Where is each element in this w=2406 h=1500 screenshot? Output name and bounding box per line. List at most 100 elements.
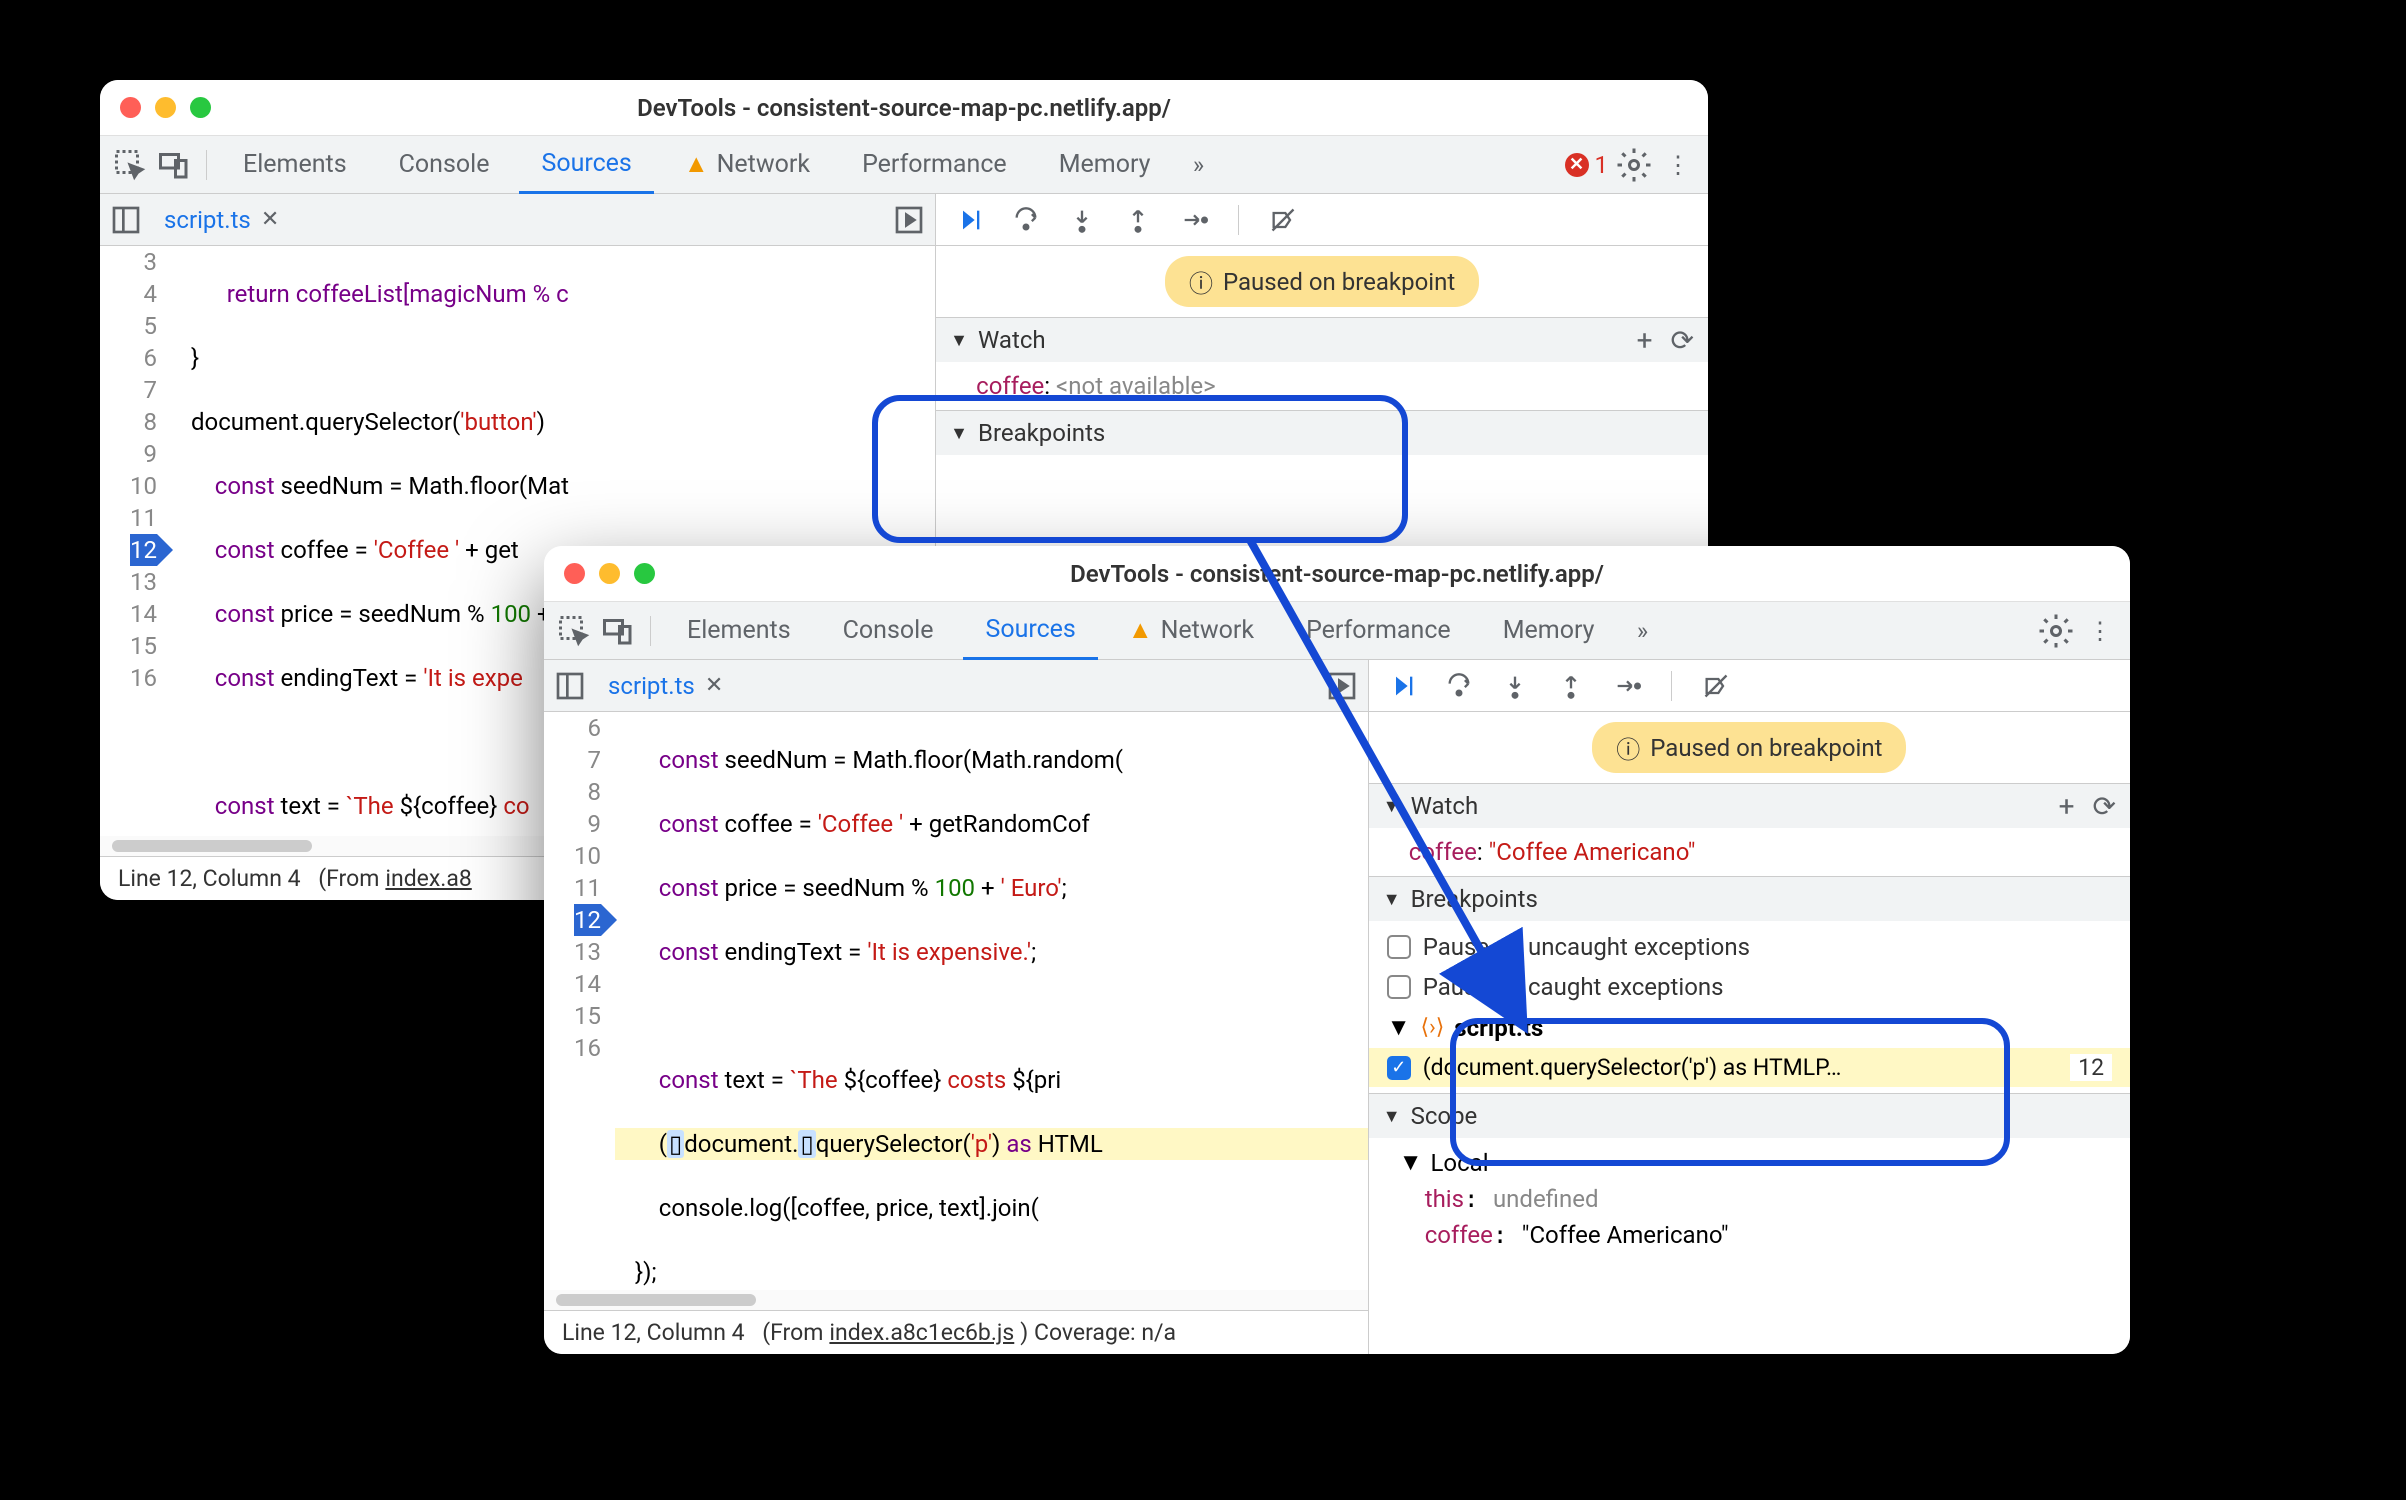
traffic-lights [120,97,211,118]
close-tab-icon[interactable]: ✕ [705,673,723,698]
tab-console[interactable]: Console [377,136,512,194]
watch-section: ▼Watch+⟳ coffee: <not available> [936,317,1708,410]
scope-section: ▼Scope ▼Local this: undefined coffee: "C… [1369,1093,2130,1259]
settings-icon[interactable] [1616,147,1652,183]
watch-header[interactable]: ▼Watch+⟳ [936,318,1708,362]
watch-item[interactable]: coffee: <not available> [936,368,1708,404]
code-editor[interactable]: 678910111213141516 const seedNum = Math.… [544,712,1368,1290]
traffic-lights [564,563,655,584]
breakpoint-marker: 12 [130,534,157,566]
checkbox-icon[interactable] [1387,975,1411,999]
watch-header[interactable]: ▼Watch+⟳ [1369,784,2130,828]
gutter[interactable]: 678910111213141516 [544,712,615,1290]
tab-performance[interactable]: Performance [840,136,1029,194]
file-tab-script[interactable]: script.ts✕ [152,194,291,246]
inspect-icon[interactable] [556,613,592,649]
source-panel: script.ts✕ 678910111213141516 const seed… [544,660,1369,1354]
breakpoints-header[interactable]: ▼Breakpoints [936,411,1708,455]
window-title: DevTools - consistent-source-map-pc.netl… [120,94,1688,122]
chevron-down-icon: ▼ [1383,796,1401,817]
step-icon[interactable] [1176,202,1212,238]
add-watch-icon[interactable]: + [1637,324,1653,357]
warning-icon: ▲ [684,150,709,179]
tab-memory[interactable]: Memory [1037,136,1173,194]
close-icon[interactable] [120,97,141,118]
deactivate-bp-icon[interactable] [1698,668,1734,704]
more-tabs-icon[interactable]: » [1180,147,1216,183]
step-into-icon[interactable] [1497,668,1533,704]
chevron-down-icon: ▼ [1383,889,1401,910]
checkbox-icon[interactable] [1387,935,1411,959]
tab-network[interactable]: ▲Network [662,136,832,194]
tab-memory[interactable]: Memory [1481,602,1617,660]
tab-elements[interactable]: Elements [221,136,369,194]
close-icon[interactable] [564,563,585,584]
more-tabs-icon[interactable]: » [1624,613,1660,649]
checkbox-checked-icon[interactable]: ✓ [1387,1056,1411,1080]
device-icon[interactable] [156,147,192,183]
pause-caught-checkbox[interactable]: Pause on caught exceptions [1369,967,2130,1007]
pause-uncaught-checkbox[interactable]: Pause on uncaught exceptions [1369,927,2130,967]
navigator-icon[interactable] [110,204,142,236]
gutter[interactable]: 345678910111213141516 [100,246,171,836]
run-snippet-icon[interactable] [893,204,925,236]
step-icon[interactable] [1609,668,1645,704]
run-snippet-icon[interactable] [1326,670,1358,702]
add-watch-icon[interactable]: + [2059,790,2075,823]
inspect-icon[interactable] [112,147,148,183]
minimize-icon[interactable] [155,97,176,118]
window-title: DevTools - consistent-source-map-pc.netl… [564,560,2110,588]
scope-var-this[interactable]: this: undefined [1369,1181,2130,1217]
debugger-panel: ⓘPaused on breakpoint ▼Watch+⟳ coffee: "… [1369,660,2130,1354]
debug-toolbar [1369,660,2130,712]
zoom-icon[interactable] [190,97,211,118]
resume-icon[interactable] [1385,668,1421,704]
deactivate-bp-icon[interactable] [1265,202,1301,238]
error-icon: ✕ [1565,153,1589,177]
breakpoints-header[interactable]: ▼Breakpoints [1369,877,2130,921]
pause-banner: ⓘPaused on breakpoint [936,246,1708,317]
scrollbar-horizontal[interactable] [544,1290,1368,1310]
tab-performance[interactable]: Performance [1284,602,1473,660]
debug-toolbar [936,194,1708,246]
breakpoint-entry[interactable]: ✓(document.querySelector('p') as HTMLP…1… [1369,1048,2130,1087]
step-into-icon[interactable] [1064,202,1100,238]
chevron-down-icon: ▼ [950,330,968,351]
refresh-icon[interactable]: ⟳ [2093,790,2116,823]
breakpoint-file[interactable]: ▼⟨›⟩script.ts [1369,1007,2130,1048]
step-over-icon[interactable] [1441,668,1477,704]
chevron-down-icon: ▼ [950,423,968,444]
refresh-icon[interactable]: ⟳ [1671,324,1694,357]
file-tab-script[interactable]: script.ts✕ [596,660,735,712]
js-file-icon: ⟨›⟩ [1421,1015,1445,1040]
resume-icon[interactable] [952,202,988,238]
info-icon: ⓘ [1616,730,1640,765]
source-text: const seedNum = Math.floor(Math.random( … [615,712,1368,1290]
watch-item[interactable]: coffee: "Coffee Americano" [1369,834,2130,870]
minimize-icon[interactable] [599,563,620,584]
tab-sources[interactable]: Sources [519,136,653,194]
tab-console[interactable]: Console [821,602,956,660]
chevron-down-icon: ▼ [1399,1148,1423,1177]
kebab-icon[interactable]: ⋮ [1660,147,1696,183]
tab-network[interactable]: ▲Network [1106,602,1276,660]
navigator-icon[interactable] [554,670,586,702]
step-over-icon[interactable] [1008,202,1044,238]
scope-header[interactable]: ▼Scope [1369,1094,2130,1138]
error-badge[interactable]: ✕1 [1565,151,1609,179]
tab-sources[interactable]: Sources [963,602,1097,660]
chevron-down-icon: ▼ [1383,1106,1401,1127]
device-icon[interactable] [600,613,636,649]
step-out-icon[interactable] [1553,668,1589,704]
settings-icon[interactable] [2038,613,2074,649]
devtools-window-2: DevTools - consistent-source-map-pc.netl… [544,546,2130,1354]
step-out-icon[interactable] [1120,202,1156,238]
scope-local[interactable]: ▼Local [1369,1144,2130,1181]
scope-var-coffee[interactable]: coffee: "Coffee Americano" [1369,1217,2130,1253]
zoom-icon[interactable] [634,563,655,584]
close-tab-icon[interactable]: ✕ [261,207,279,232]
breakpoints-section: ▼Breakpoints [936,410,1708,455]
tab-elements[interactable]: Elements [665,602,813,660]
status-bar: Line 12, Column 4 (From index.a8c1ec6b.j… [544,1310,1368,1354]
kebab-icon[interactable]: ⋮ [2082,613,2118,649]
